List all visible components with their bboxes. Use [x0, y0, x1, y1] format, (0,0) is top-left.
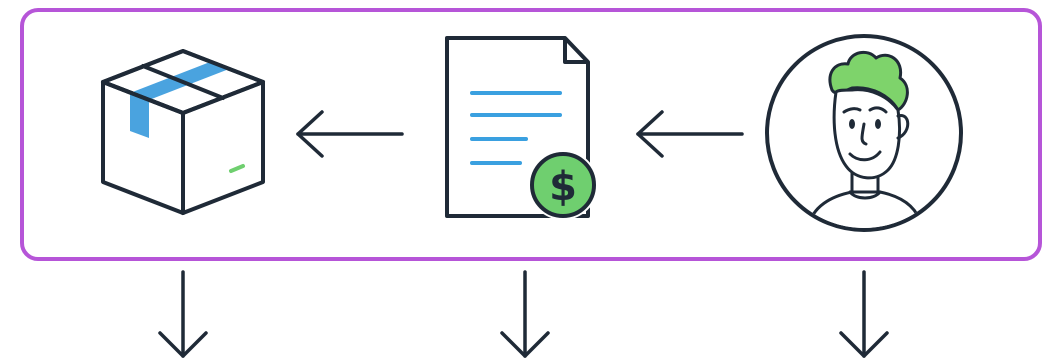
invoice-document-icon: $ [445, 36, 598, 220]
package-box-icon [101, 49, 265, 215]
arrow-down-icon [158, 270, 208, 358]
dollar-coin-icon: $ [528, 150, 598, 220]
currency-symbol: $ [549, 164, 577, 210]
arrow-down-icon [500, 270, 550, 358]
arrow-down-icon [839, 270, 889, 358]
customer-avatar-icon [765, 34, 963, 232]
process-diagram: $ [20, 8, 1042, 358]
